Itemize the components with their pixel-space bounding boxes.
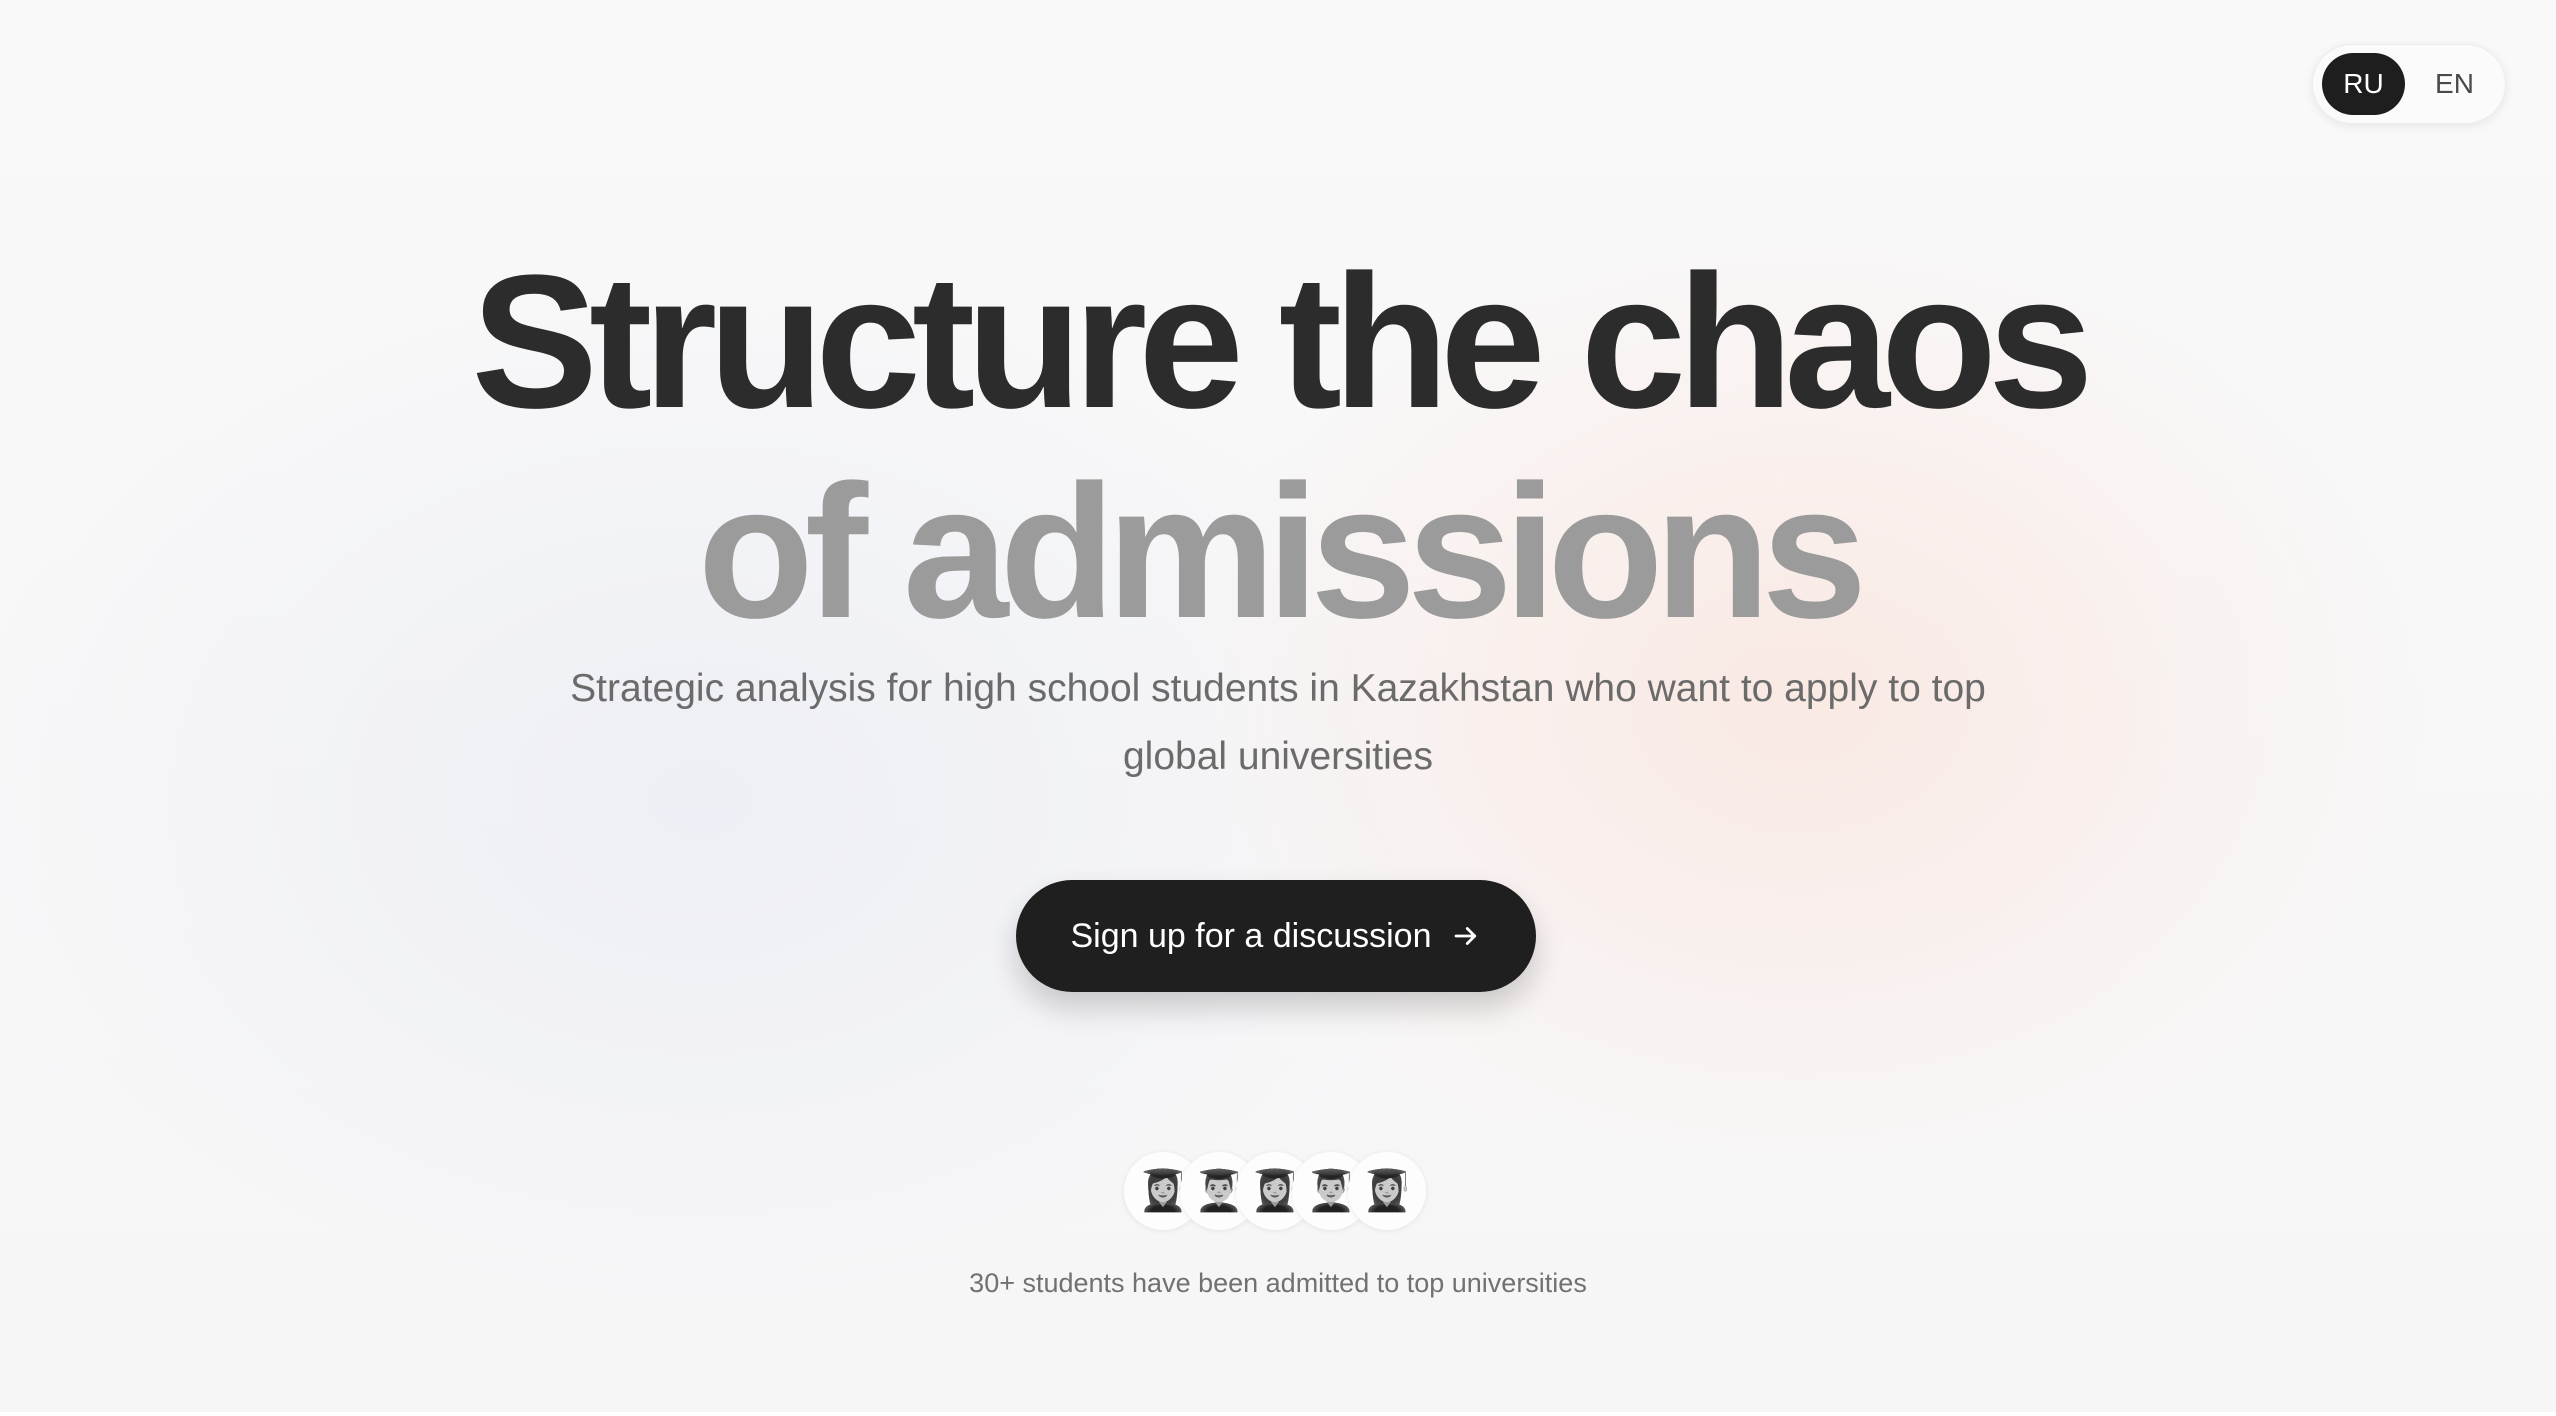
signup-discussion-button[interactable]: Sign up for a discussion	[1016, 880, 1536, 992]
hero-subtitle: Strategic analysis for high school stude…	[570, 667, 1986, 778]
student-avatars: 👩‍🎓 👨‍🎓 👩‍🎓 👨‍🎓 👩‍🎓	[1124, 1152, 1426, 1234]
signup-discussion-label: Sign up for a discussion	[1070, 916, 1432, 955]
language-option-en[interactable]: EN	[2413, 53, 2496, 115]
language-switch: RU EN	[2312, 44, 2506, 124]
arrow-right-icon	[1455, 927, 1477, 945]
student-avatar: 👩‍🎓	[1348, 1152, 1426, 1230]
social-proof-text: 30+ students have been admitted to top u…	[969, 1268, 1587, 1298]
headline-line-primary: Structure the chaos	[471, 236, 2093, 449]
language-option-ru[interactable]: RU	[2322, 53, 2405, 115]
headline-line-muted: of admissions	[697, 446, 1868, 659]
hero-headline: Structure the chaos of admissions	[0, 237, 2556, 657]
